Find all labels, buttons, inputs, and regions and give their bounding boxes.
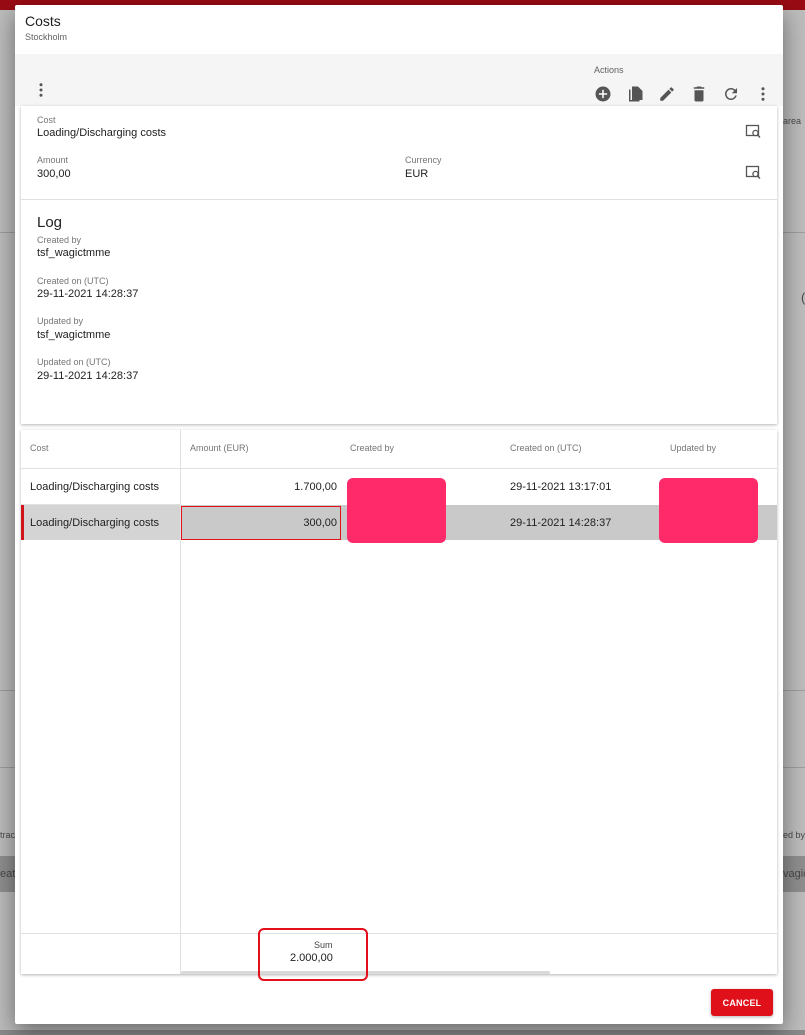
created-on-label: Created on (UTC) <box>37 276 109 286</box>
details-card: Cost Loading/Discharging costs Amount 30… <box>21 106 777 424</box>
cell-created-on: 29-11-2021 13:17:01 <box>510 481 612 493</box>
cancel-button[interactable]: CANCEL <box>711 989 773 1016</box>
created-on-value: 29-11-2021 14:28:37 <box>37 288 139 300</box>
bg-text-fragment: eat <box>0 868 15 880</box>
log-title: Log <box>37 214 63 231</box>
updated-by-value: tsf_wagictmme <box>37 329 111 341</box>
bg-text-fragment: trac <box>0 830 15 840</box>
cell-amount: 1.700,00 <box>294 481 337 493</box>
actions-label: Actions <box>594 65 624 75</box>
column-header-cost[interactable]: Cost <box>30 443 49 453</box>
more-vert-icon[interactable] <box>754 85 772 103</box>
bg-text-fragment: ed by <box>783 830 805 840</box>
cell-created-on: 29-11-2021 14:28:37 <box>510 517 612 529</box>
sum-highlight-annotation <box>258 928 368 981</box>
dialog-title: Costs <box>25 13 61 29</box>
column-header-amount[interactable]: Amount (EUR) <box>190 443 249 453</box>
currency-value[interactable]: EUR <box>405 168 428 180</box>
cost-label: Cost <box>37 115 56 125</box>
costs-dialog: Costs Stockholm Actions Cost Loading/Dis… <box>15 5 783 1024</box>
redaction-block <box>347 478 446 543</box>
redaction-block <box>659 478 758 543</box>
currency-label: Currency <box>405 155 442 165</box>
more-vert-icon[interactable] <box>32 81 50 99</box>
footer-divider <box>21 933 777 934</box>
section-divider <box>21 199 777 200</box>
copy-icon[interactable] <box>626 85 644 103</box>
dialog-toolbar: Actions <box>15 54 783 106</box>
bg-text-fragment: vagic <box>783 868 805 880</box>
dialog-subtitle: Stockholm <box>25 32 68 42</box>
costs-grid: Cost Amount (EUR) Created by Created on … <box>21 430 777 974</box>
column-header-updated-by[interactable]: Updated by <box>670 443 716 453</box>
created-by-value: tsf_wagictmme <box>37 247 111 259</box>
add-circle-icon[interactable] <box>594 85 612 103</box>
bg-text-fragment: ( <box>801 290 805 305</box>
amount-label: Amount <box>37 155 69 165</box>
created-by-label: Created by <box>37 235 82 245</box>
focused-cell-outline[interactable] <box>181 506 341 540</box>
edit-icon[interactable] <box>658 85 676 103</box>
lookup-icon[interactable] <box>745 164 761 180</box>
delete-icon[interactable] <box>690 85 708 103</box>
lookup-icon[interactable] <box>745 123 761 139</box>
cell-cost: Loading/Discharging costs <box>30 481 160 493</box>
header-divider <box>21 468 777 469</box>
updated-on-value: 29-11-2021 14:28:37 <box>37 370 139 382</box>
updated-on-label: Updated on (UTC) <box>37 357 111 367</box>
column-header-created-by[interactable]: Created by <box>350 443 394 453</box>
updated-by-label: Updated by <box>37 316 84 326</box>
cost-value[interactable]: Loading/Discharging costs <box>37 127 166 139</box>
amount-value[interactable]: 300,00 <box>37 168 71 180</box>
column-header-created-on[interactable]: Created on (UTC) <box>510 443 582 453</box>
bg-text-fragment: area <box>783 116 802 126</box>
cell-cost: Loading/Discharging costs <box>30 517 160 529</box>
bg-bottom-bar <box>0 1030 805 1035</box>
refresh-icon[interactable] <box>722 85 740 103</box>
